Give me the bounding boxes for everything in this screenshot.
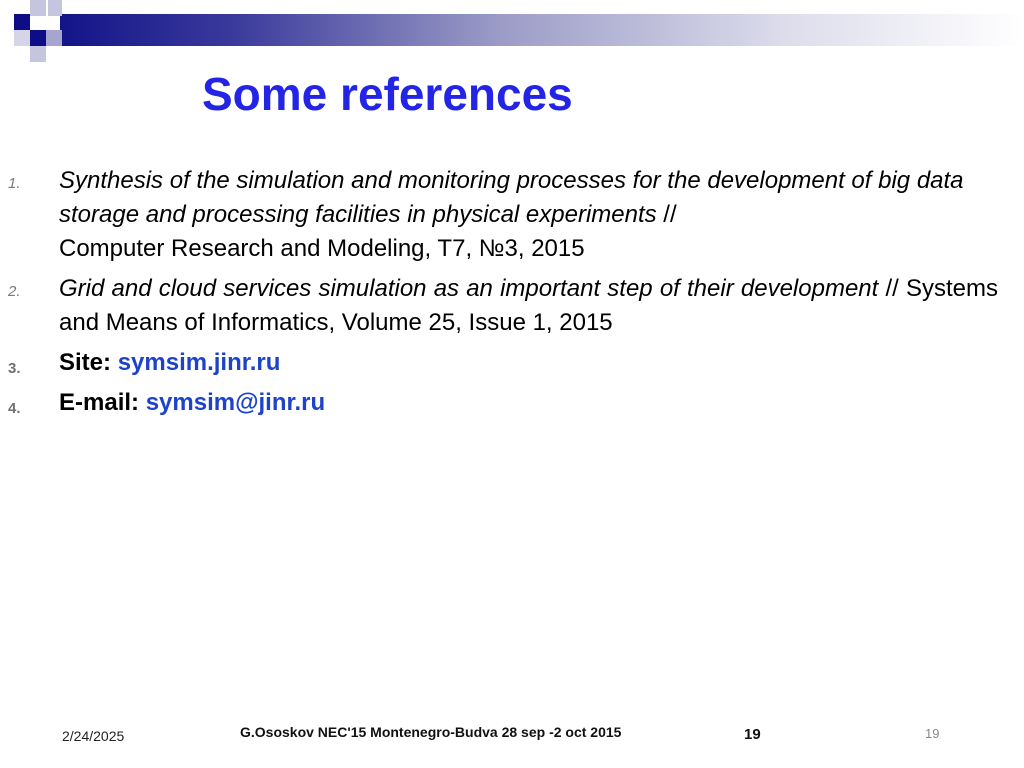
site-label: Site: (59, 349, 112, 376)
page-number: 19 (925, 726, 940, 741)
reference-number: 4. (8, 400, 21, 417)
header-square-decoration (14, 14, 30, 30)
reference-title: Grid and cloud services simulation as an… (59, 275, 879, 302)
reference-number: 1. (8, 175, 21, 192)
header-square-decoration (46, 30, 62, 46)
reference-source: Computer Research and Modeling, T7, №3, … (59, 235, 585, 262)
header-square-decoration (30, 30, 46, 46)
footer-author-event: G.Ososkov NEC'15 Montenegro-Budva 28 sep… (240, 724, 622, 740)
site-link[interactable]: symsim.jinr.ru (118, 349, 281, 376)
footer-slide-number: 19 (744, 726, 761, 743)
header-gradient-bar (60, 14, 1024, 46)
header-square-decoration (30, 46, 46, 62)
reference-item-2: 2. Grid and cloud services simulation as… (0, 272, 1024, 340)
reference-item-site: 3. Site: symsim.jinr.ru (0, 346, 1024, 380)
email-link[interactable]: symsim@jinr.ru (146, 389, 325, 416)
header-square-decoration (30, 0, 46, 16)
email-label: E-mail: (59, 389, 140, 416)
reference-number: 2. (8, 283, 21, 300)
reference-list: 1. Synthesis of the simulation and monit… (0, 164, 1024, 426)
header-square-decoration (14, 30, 30, 46)
reference-item-email: 4. E-mail: symsim@jinr.ru (0, 386, 1024, 420)
reference-number: 3. (8, 360, 21, 377)
reference-title: Synthesis of the simulation and monitori… (59, 167, 964, 228)
slide-title: Some references (202, 68, 573, 120)
header-square-decoration (48, 0, 62, 16)
footer-date: 2/24/2025 (62, 728, 125, 744)
reference-separator: // (878, 275, 906, 302)
reference-item-1: 1. Synthesis of the simulation and monit… (0, 164, 1024, 266)
reference-separator: // (656, 201, 677, 228)
